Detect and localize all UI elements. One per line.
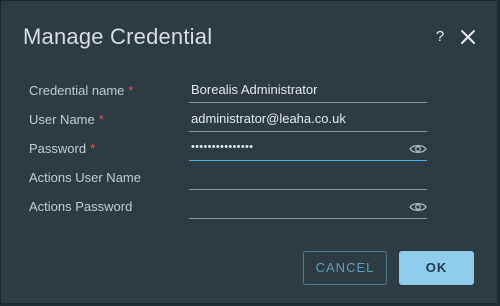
required-marker: * xyxy=(90,141,96,156)
cancel-button[interactable]: CANCEL xyxy=(303,251,387,285)
credential-name-value: Borealis Administrator xyxy=(191,82,318,97)
user-name-label: User Name * xyxy=(29,112,104,127)
password-label: Password * xyxy=(29,141,96,156)
eye-icon[interactable] xyxy=(409,143,427,155)
user-name-value: administrator@leaha.co.uk xyxy=(191,111,346,126)
actions-password-row: Actions Password xyxy=(29,195,429,219)
dialog-title: Manage Credential xyxy=(23,24,213,49)
user-name-input[interactable]: administrator@leaha.co.uk xyxy=(189,108,427,132)
password-value: ••••••••••••••• xyxy=(191,141,254,153)
help-icon: ? xyxy=(435,28,445,45)
credential-name-input[interactable]: Borealis Administrator xyxy=(189,79,427,103)
password-input[interactable]: ••••••••••••••• xyxy=(189,137,427,161)
actions-password-label: Actions Password xyxy=(29,199,133,214)
close-icon xyxy=(461,30,475,44)
ok-button[interactable]: OK xyxy=(399,251,474,285)
actions-user-name-input[interactable] xyxy=(189,166,427,190)
actions-user-name-row: Actions User Name xyxy=(29,166,429,190)
manage-credential-dialog: Manage Credential ? Credential name * Bor… xyxy=(0,0,498,304)
credential-name-row: Credential name * Borealis Administrator xyxy=(29,79,429,103)
credential-name-label: Credential name * xyxy=(29,83,134,98)
user-name-row: User Name * administrator@leaha.co.uk xyxy=(29,108,429,132)
close-button[interactable] xyxy=(459,28,477,46)
required-marker: * xyxy=(128,83,134,98)
actions-user-name-label: Actions User Name xyxy=(29,170,141,185)
required-marker: * xyxy=(98,112,104,127)
password-row: Password * ••••••••••••••• xyxy=(29,137,429,161)
actions-password-input[interactable] xyxy=(189,195,427,219)
eye-icon[interactable] xyxy=(409,201,427,213)
help-button[interactable]: ? xyxy=(433,28,447,46)
